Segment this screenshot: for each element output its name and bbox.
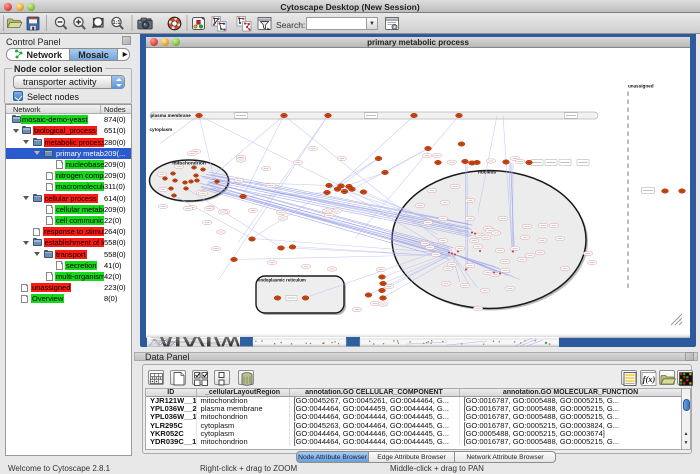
svg-text:f(x): f(x)	[643, 374, 656, 384]
svg-text:endoplasmic reticulum: endoplasmic reticulum	[258, 277, 306, 282]
svg-text:cytoplasm: cytoplasm	[150, 127, 173, 132]
svg-text:nucleus: nucleus	[478, 169, 496, 175]
svg-text:1:1: 1:1	[113, 20, 121, 26]
svg-text:mitochondrion: mitochondrion	[172, 160, 206, 166]
svg-text:unassigned: unassigned	[628, 83, 654, 88]
svg-text:plasma membrane: plasma membrane	[151, 113, 192, 118]
